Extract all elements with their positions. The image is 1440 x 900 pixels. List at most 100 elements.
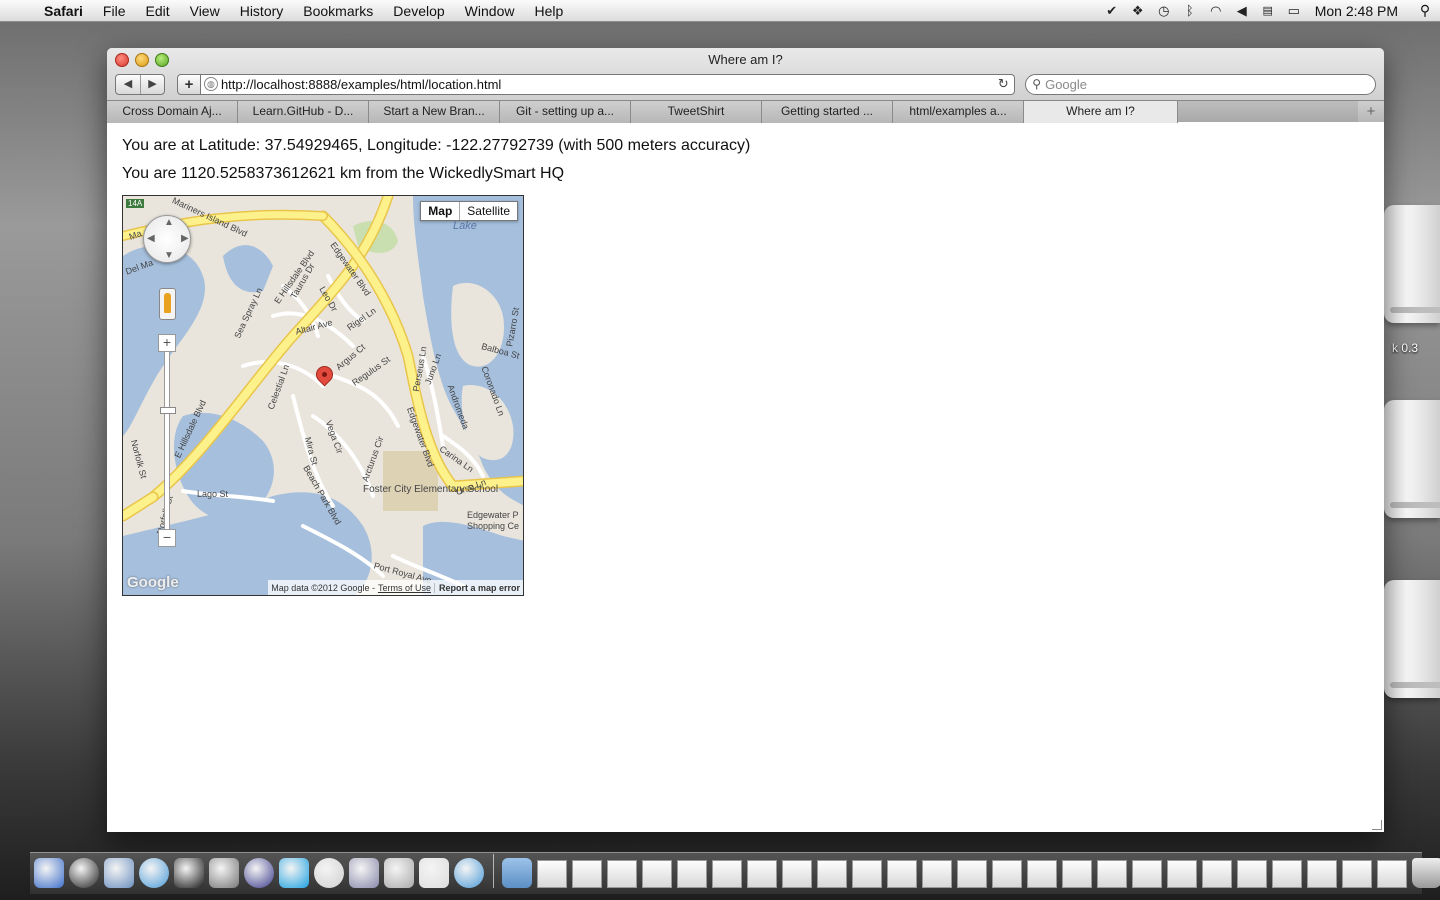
menu-help[interactable]: Help <box>524 3 573 19</box>
dock-minimized-window-icon[interactable] <box>957 860 987 888</box>
tab-tweetshirt[interactable]: TweetShirt <box>631 101 762 123</box>
dock-minimized-window-icon[interactable] <box>712 860 742 888</box>
volume-icon[interactable]: ◀ <box>1229 3 1255 19</box>
checkmark-status-icon[interactable]: ✔ <box>1099 3 1125 19</box>
dock-minimized-window-icon[interactable] <box>1377 860 1407 888</box>
script-icon[interactable] <box>384 858 414 888</box>
bluetooth-icon[interactable]: ᛒ <box>1177 3 1203 18</box>
github-icon[interactable] <box>209 858 239 888</box>
back-button[interactable]: ◀ <box>116 75 140 94</box>
terminal-icon[interactable] <box>174 858 204 888</box>
dock-minimized-window-icon[interactable] <box>1237 860 1267 888</box>
google-logo: Google <box>127 574 179 591</box>
forward-button[interactable]: ▶ <box>139 74 164 94</box>
pan-right-icon[interactable]: ▶ <box>181 233 189 244</box>
dock-minimized-window-icon[interactable] <box>852 860 882 888</box>
spotlight-search-icon[interactable]: ⚲ <box>1410 2 1440 19</box>
map-attribution: Map data ©2012 Google - Terms of Use Rep… <box>268 580 523 595</box>
input-source-flag-icon[interactable]: ▤ <box>1255 4 1281 17</box>
safari-icon[interactable] <box>454 858 484 888</box>
dock-minimized-window-icon[interactable] <box>572 860 602 888</box>
menu-app-name[interactable]: Safari <box>38 3 93 19</box>
finder-icon[interactable] <box>34 858 64 888</box>
photos-icon[interactable] <box>349 858 379 888</box>
battery-icon[interactable]: ▭ <box>1281 3 1307 19</box>
dock-minimized-window-icon[interactable] <box>1202 860 1232 888</box>
skype-icon[interactable] <box>279 858 309 888</box>
applications-folder-icon[interactable] <box>502 858 532 888</box>
pan-up-icon[interactable]: ▲ <box>164 217 174 228</box>
desktop-drive-icon[interactable] <box>1384 205 1440 323</box>
map-type-map-button[interactable]: Map <box>421 202 461 220</box>
street-view-pegman-icon[interactable] <box>159 288 176 320</box>
map-pan-control[interactable]: ▲ ▼ ◀ ▶ <box>143 215 191 263</box>
dock-minimized-window-icon[interactable] <box>1307 860 1337 888</box>
add-bookmark-button[interactable]: + <box>176 73 201 95</box>
dock-minimized-window-icon[interactable] <box>677 860 707 888</box>
dock-minimized-window-icon[interactable] <box>607 860 637 888</box>
google-map[interactable]: Mariners Island Blvd E Hillsdale Blvd E … <box>122 195 524 596</box>
trash-icon[interactable] <box>1412 858 1440 888</box>
tab-getting-started[interactable]: Getting started ... <box>762 101 893 123</box>
pan-down-icon[interactable]: ▼ <box>164 250 174 261</box>
menu-file[interactable]: File <box>93 3 136 19</box>
menu-bookmarks[interactable]: Bookmarks <box>293 3 383 19</box>
map-label-school: Foster City Elementary School <box>363 484 499 495</box>
dashboard-icon[interactable] <box>69 858 99 888</box>
zoom-slider-thumb[interactable] <box>160 407 176 414</box>
tab-where-am-i[interactable]: Where am I? <box>1024 101 1178 123</box>
dock-minimized-window-icon[interactable] <box>817 860 847 888</box>
dock-minimized-window-icon[interactable] <box>782 860 812 888</box>
zoom-in-button[interactable]: + <box>158 334 176 352</box>
new-tab-button[interactable]: + <box>1358 101 1384 122</box>
chrome-icon[interactable] <box>314 858 344 888</box>
dock-minimized-window-icon[interactable] <box>537 860 567 888</box>
tab-html-examples[interactable]: html/examples a... <box>893 101 1024 123</box>
dock-minimized-window-icon[interactable] <box>1027 860 1057 888</box>
window-resize-grip[interactable] <box>1372 820 1382 830</box>
desktop-drive-icon[interactable] <box>1384 580 1440 698</box>
report-map-error-link[interactable]: Report a map error <box>433 582 520 593</box>
wifi-icon[interactable]: ◠ <box>1203 3 1229 19</box>
safari-icon[interactable] <box>139 858 169 888</box>
dock-minimized-window-icon[interactable] <box>922 860 952 888</box>
address-url[interactable]: http://localhost:8888/examples/html/loca… <box>221 77 992 92</box>
dock-minimized-window-icon[interactable] <box>887 860 917 888</box>
tab-learn-github[interactable]: Learn.GitHub - D... <box>238 101 369 123</box>
preview-icon[interactable] <box>104 858 134 888</box>
menu-clock[interactable]: Mon 2:48 PM <box>1307 3 1410 19</box>
zoom-slider[interactable] <box>164 342 170 538</box>
menu-window[interactable]: Window <box>455 3 525 19</box>
menu-edit[interactable]: Edit <box>135 3 179 19</box>
search-input[interactable]: ⚲ Google <box>1025 73 1376 95</box>
dock-minimized-window-icon[interactable] <box>1272 860 1302 888</box>
menu-view[interactable]: View <box>180 3 230 19</box>
zoom-out-button[interactable]: − <box>158 529 176 547</box>
dock-minimized-window-icon[interactable] <box>1062 860 1092 888</box>
address-bar[interactable]: ◍ http://localhost:8888/examples/html/lo… <box>200 73 1016 95</box>
tab-cross-domain[interactable]: Cross Domain Aj... <box>107 101 238 123</box>
map-type-satellite-button[interactable]: Satellite <box>460 202 517 220</box>
textedit-icon[interactable] <box>419 858 449 888</box>
tab-bar: Cross Domain Aj... Learn.GitHub - D... S… <box>107 100 1384 123</box>
dock-minimized-window-icon[interactable] <box>1167 860 1197 888</box>
window-titlebar[interactable]: Where am I? ◀ ▶ + ◍ http://localhost:888… <box>107 48 1384 123</box>
dock-minimized-window-icon[interactable] <box>1342 860 1372 888</box>
menu-develop[interactable]: Develop <box>383 3 454 19</box>
time-machine-icon[interactable]: ◷ <box>1151 3 1177 19</box>
globe-icon[interactable] <box>244 858 274 888</box>
page-content: You are at Latitude: 37.54929465, Longit… <box>107 123 1384 832</box>
dock-minimized-window-icon[interactable] <box>1132 860 1162 888</box>
desktop-drive-icon[interactable] <box>1384 400 1440 518</box>
pan-left-icon[interactable]: ◀ <box>147 233 155 244</box>
dock-minimized-window-icon[interactable] <box>747 860 777 888</box>
tab-start-new-branch[interactable]: Start a New Bran... <box>369 101 500 123</box>
dock-minimized-window-icon[interactable] <box>1097 860 1127 888</box>
tab-git-setup[interactable]: Git - setting up a... <box>500 101 631 123</box>
menu-history[interactable]: History <box>230 3 294 19</box>
dock-minimized-window-icon[interactable] <box>992 860 1022 888</box>
terms-of-use-link[interactable]: Terms of Use <box>378 583 431 593</box>
dock-minimized-window-icon[interactable] <box>642 860 672 888</box>
dropbox-icon[interactable]: ❖ <box>1125 3 1151 19</box>
reload-icon[interactable]: ↻ <box>992 76 1014 92</box>
